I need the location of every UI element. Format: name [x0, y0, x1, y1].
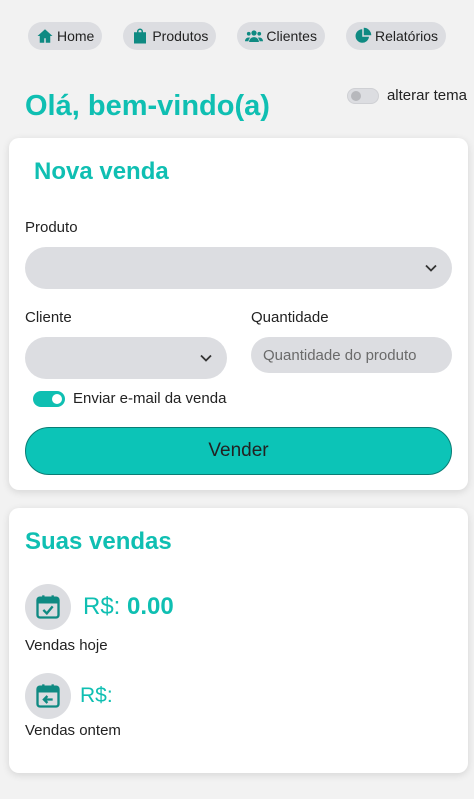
sales-today-amount: 0.00 [127, 593, 174, 620]
new-sale-card: Nova venda Produto Cliente Quantidade En… [9, 138, 468, 490]
sales-title: Suas vendas [25, 528, 172, 555]
sales-today-caption: Vendas hoje [25, 637, 108, 654]
nav-reports-label: Relatórios [374, 28, 439, 44]
nav-home-label: Home [56, 28, 95, 44]
page-title: Olá, bem-vindo(a) [25, 90, 270, 122]
sales-today-row: R$: 0.00 [25, 584, 174, 630]
email-switch[interactable] [33, 390, 65, 407]
client-label: Cliente [25, 309, 72, 326]
new-sale-title: Nova venda [34, 158, 169, 185]
sales-today-value: R$: 0.00 [83, 593, 174, 621]
sales-yesterday-caption: Vendas ontem [25, 722, 121, 739]
home-icon [36, 27, 54, 45]
quantity-label: Quantidade [251, 309, 329, 326]
sales-yesterday-currency: R$: [80, 684, 113, 707]
sales-yesterday-row: R$: [25, 673, 113, 719]
users-icon [245, 27, 264, 45]
chevron-down-icon [199, 351, 213, 365]
theme-toggle[interactable]: alterar tema [346, 87, 467, 104]
shopping-bag-icon [131, 27, 149, 45]
chevron-down-icon [424, 261, 438, 275]
quantity-input[interactable] [251, 337, 452, 373]
nav-products-label: Produtos [152, 28, 209, 44]
nav-clients-button[interactable]: Clientes [237, 22, 325, 50]
calendar-check-icon [25, 584, 71, 630]
product-label: Produto [25, 219, 78, 236]
sales-yesterday-value: R$: [80, 684, 113, 708]
theme-switch[interactable] [346, 87, 379, 104]
product-select[interactable] [25, 247, 452, 289]
sell-button[interactable]: Vender [25, 427, 452, 475]
sales-today-currency: R$: [83, 593, 121, 620]
sales-summary-card: Suas vendas R$: 0.00 Vendas hoje R$: Ven… [9, 508, 468, 773]
nav-clients-label: Clientes [266, 28, 317, 44]
nav-reports-button[interactable]: Relatórios [345, 22, 447, 50]
email-toggle-label: Enviar e-mail da venda [73, 390, 227, 407]
top-nav: Home Produtos Clientes Relatórios [0, 22, 474, 50]
nav-products-button[interactable]: Produtos [123, 22, 217, 50]
email-toggle[interactable]: Enviar e-mail da venda [33, 390, 226, 407]
pie-chart-icon [354, 27, 372, 45]
client-select[interactable] [25, 337, 227, 379]
theme-toggle-label: alterar tema [386, 87, 467, 104]
calendar-back-icon [25, 673, 71, 719]
nav-home-button[interactable]: Home [27, 22, 103, 50]
